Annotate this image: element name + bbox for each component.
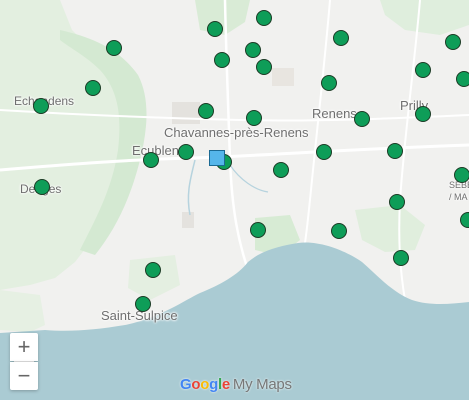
map-marker[interactable] (389, 194, 405, 210)
building-area (272, 68, 294, 86)
map-marker[interactable] (387, 143, 403, 159)
place-label-chavannes-pres-renens: Chavannes-près-Renens (164, 125, 309, 140)
map-marker[interactable] (273, 162, 289, 178)
building-area (172, 102, 200, 124)
map-marker[interactable] (256, 10, 272, 26)
map-marker[interactable] (460, 212, 469, 228)
map-marker[interactable] (415, 62, 431, 78)
map-marker[interactable] (33, 98, 49, 114)
map-marker[interactable] (246, 110, 262, 126)
map-marker[interactable] (85, 80, 101, 96)
map-marker[interactable] (245, 42, 261, 58)
zoom-out-button[interactable]: − (10, 362, 38, 390)
map-marker[interactable] (316, 144, 332, 160)
zoom-in-button[interactable]: + (10, 333, 38, 361)
map-marker[interactable] (256, 59, 272, 75)
park-area (0, 290, 45, 332)
map-marker[interactable] (354, 111, 370, 127)
map-marker[interactable] (198, 103, 214, 119)
map-marker[interactable] (445, 34, 461, 50)
place-label-renens: Renens (312, 106, 357, 121)
place-label-malley: / MA (449, 192, 468, 202)
map-marker[interactable] (250, 222, 266, 238)
map-marker[interactable] (331, 223, 347, 239)
google-my-maps-logo: Google My Maps (180, 376, 292, 393)
location-square-marker[interactable] (209, 150, 225, 166)
map-marker[interactable] (454, 167, 469, 183)
map-marker[interactable] (214, 52, 230, 68)
map-marker[interactable] (393, 250, 409, 266)
map-marker[interactable] (321, 75, 337, 91)
map-marker[interactable] (178, 144, 194, 160)
building-area (182, 212, 194, 228)
map-canvas[interactable]: Echandens Chavannes-près-Renens Ecublens… (0, 0, 469, 400)
map-marker[interactable] (106, 40, 122, 56)
map-marker[interactable] (135, 296, 151, 312)
map-marker[interactable] (415, 106, 431, 122)
map-marker[interactable] (143, 152, 159, 168)
map-marker[interactable] (456, 71, 469, 87)
map-marker[interactable] (333, 30, 349, 46)
map-marker[interactable] (207, 21, 223, 37)
map-marker[interactable] (145, 262, 161, 278)
map-marker[interactable] (34, 179, 50, 195)
